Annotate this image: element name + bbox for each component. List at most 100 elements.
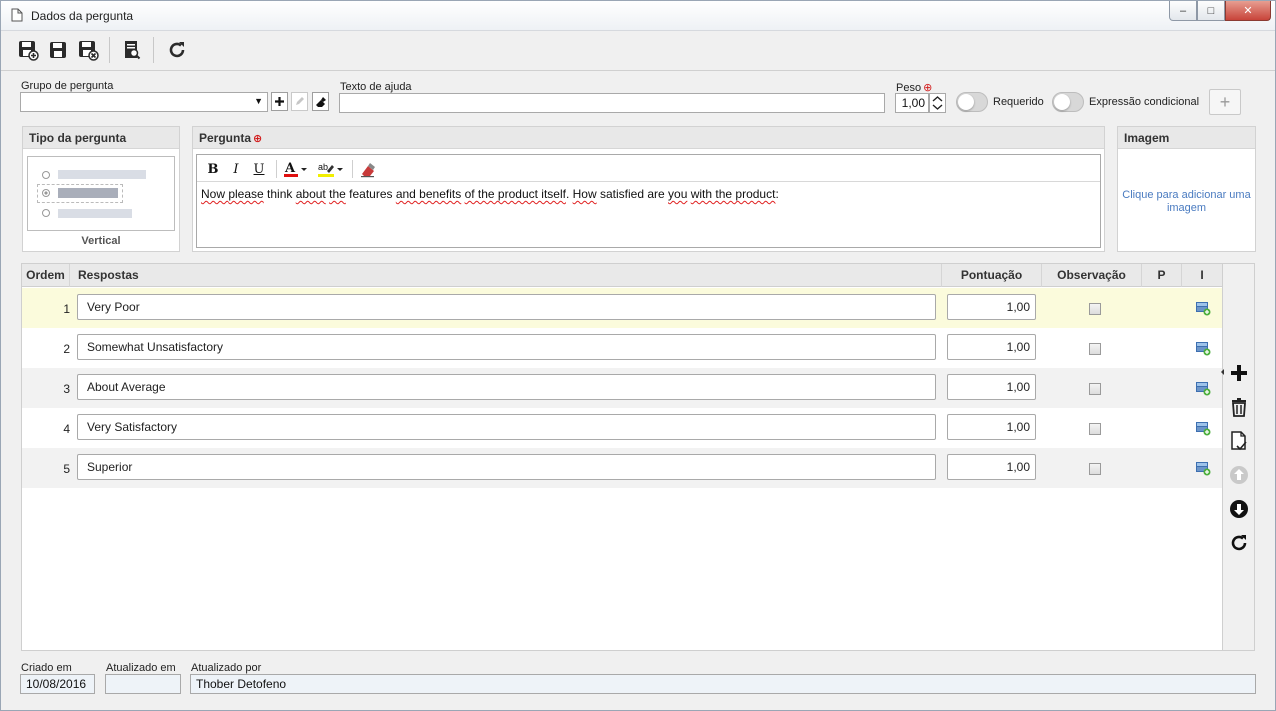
answer-score-input[interactable]: 1,00	[947, 334, 1036, 360]
image-title: Imagem	[1118, 127, 1255, 149]
observation-checkbox[interactable]	[1089, 423, 1101, 435]
answer-text-input[interactable]: Very Satisfactory	[77, 414, 936, 440]
question-type-title: Tipo da pergunta	[23, 127, 179, 149]
column-observation[interactable]: Observação	[1042, 264, 1142, 287]
edit-group-button[interactable]	[291, 92, 308, 111]
eraser-icon	[361, 163, 375, 178]
move-down-button[interactable]	[1227, 497, 1251, 521]
observation-checkbox[interactable]	[1089, 303, 1101, 315]
edit-answer-button[interactable]	[1227, 429, 1251, 453]
pencil-icon	[296, 97, 304, 105]
save-button[interactable]	[45, 37, 71, 63]
table-row[interactable]: 5 Superior 1,00	[22, 448, 1222, 488]
question-group-label: Grupo de pergunta	[21, 80, 114, 92]
column-p[interactable]: P	[1142, 264, 1182, 287]
answer-text-input[interactable]: About Average	[77, 374, 936, 400]
answers-grid-header: Ordem Respostas Pontuação Observação P I	[22, 264, 1222, 287]
answer-score-input[interactable]: 1,00	[947, 454, 1036, 480]
window-title: Dados da pergunta	[31, 9, 134, 23]
minimize-button[interactable]: –	[1169, 1, 1197, 21]
italic-button[interactable]: I	[227, 159, 245, 179]
required-marker-icon: ⊕	[253, 133, 263, 145]
question-text-segment: the	[329, 187, 346, 201]
add-conditional-button[interactable]: +	[1209, 89, 1241, 115]
answer-text-input[interactable]: Somewhat Unsatisfactory	[77, 334, 936, 360]
preview-button[interactable]	[119, 37, 145, 63]
column-score[interactable]: Pontuação	[942, 264, 1042, 287]
answer-score-input[interactable]: 1,00	[947, 374, 1036, 400]
arrow-down-circle-icon	[1230, 500, 1248, 518]
question-text-segment: :	[775, 187, 779, 201]
answers-grid: Ordem Respostas Pontuação Observação P I…	[21, 263, 1223, 651]
question-text-segment: How	[572, 187, 597, 201]
question-text-segment: and benefits	[395, 187, 462, 201]
weight-input[interactable]: 1,00	[895, 93, 929, 113]
title-bar: Dados da pergunta – □ ✕	[1, 1, 1275, 31]
answer-text-input[interactable]: Very Poor	[77, 294, 936, 320]
table-row[interactable]: 4 Very Satisfactory 1,00	[22, 408, 1222, 448]
add-answer-button[interactable]	[1227, 361, 1251, 385]
add-image-icon[interactable]	[1195, 420, 1211, 439]
question-editor[interactable]: B I U A ab Now please think about the fe…	[196, 154, 1101, 248]
add-image-icon[interactable]	[1195, 300, 1211, 319]
question-text-segment: think	[263, 187, 296, 201]
eraser-icon	[315, 96, 326, 107]
help-text-input[interactable]	[339, 93, 885, 113]
updated-by-field: Thober Detofeno	[190, 674, 1256, 694]
question-text-segment: features	[345, 187, 396, 201]
highlight-icon: ab	[318, 162, 343, 177]
refresh-button[interactable]	[164, 37, 190, 63]
question-text-segment: with the product	[690, 187, 776, 201]
document-icon	[11, 8, 23, 25]
highlight-color-button[interactable]: ab	[316, 159, 346, 179]
answer-order: 2	[63, 342, 70, 356]
add-image-icon[interactable]	[1195, 380, 1211, 399]
question-group-select[interactable]: ▼	[20, 92, 268, 112]
font-color-button[interactable]: A	[282, 159, 310, 179]
question-text-segment: you	[668, 187, 688, 201]
table-row[interactable]: 1 Very Poor 1,00	[22, 288, 1222, 328]
answer-order: 1	[63, 302, 70, 316]
save-icon	[50, 42, 66, 58]
clear-format-button[interactable]	[357, 159, 379, 179]
table-row[interactable]: 3 About Average 1,00	[22, 368, 1222, 408]
observation-checkbox[interactable]	[1089, 463, 1101, 475]
observation-checkbox[interactable]	[1089, 343, 1101, 355]
preview-icon	[125, 41, 141, 60]
move-up-button[interactable]	[1227, 463, 1251, 487]
question-type-preview[interactable]	[27, 156, 175, 231]
add-image-link[interactable]: Clique para adicionar uma imagem	[1122, 189, 1251, 215]
refresh-icon	[1231, 535, 1247, 551]
answer-score-input[interactable]: 1,00	[947, 294, 1036, 320]
save-close-button[interactable]	[75, 37, 101, 63]
help-text-label: Texto de ajuda	[340, 81, 412, 93]
add-group-button[interactable]	[271, 92, 288, 111]
refresh-answers-button[interactable]	[1227, 531, 1251, 555]
column-i[interactable]: I	[1182, 264, 1222, 287]
weight-spinner[interactable]	[929, 93, 946, 113]
add-image-icon[interactable]	[1195, 460, 1211, 479]
column-order[interactable]: Ordem	[22, 264, 70, 287]
question-text: Now please think about the features and …	[201, 187, 779, 201]
font-color-icon: A	[284, 161, 307, 177]
answer-text-input[interactable]: Superior	[77, 454, 936, 480]
close-button[interactable]: ✕	[1225, 1, 1271, 21]
question-type-panel: Tipo da pergunta Vertical	[22, 126, 180, 252]
updated-by-label: Atualizado por	[191, 662, 262, 674]
column-answers[interactable]: Respostas	[70, 264, 942, 287]
clear-group-button[interactable]	[312, 92, 329, 111]
answer-score-input[interactable]: 1,00	[947, 414, 1036, 440]
underline-button[interactable]: U	[250, 159, 268, 179]
delete-answer-button[interactable]	[1227, 395, 1251, 419]
question-text-segment: satisfied are	[596, 187, 669, 201]
spinner-arrows-icon	[932, 96, 943, 110]
required-toggle[interactable]	[956, 92, 988, 112]
add-image-icon[interactable]	[1195, 340, 1211, 359]
observation-checkbox[interactable]	[1089, 383, 1101, 395]
created-date-field: 10/08/2016	[20, 674, 95, 694]
save-new-button[interactable]	[15, 37, 41, 63]
table-row[interactable]: 2 Somewhat Unsatisfactory 1,00	[22, 328, 1222, 368]
bold-button[interactable]: B	[204, 159, 222, 179]
conditional-expression-toggle[interactable]	[1052, 92, 1084, 112]
maximize-button[interactable]: □	[1197, 1, 1225, 21]
